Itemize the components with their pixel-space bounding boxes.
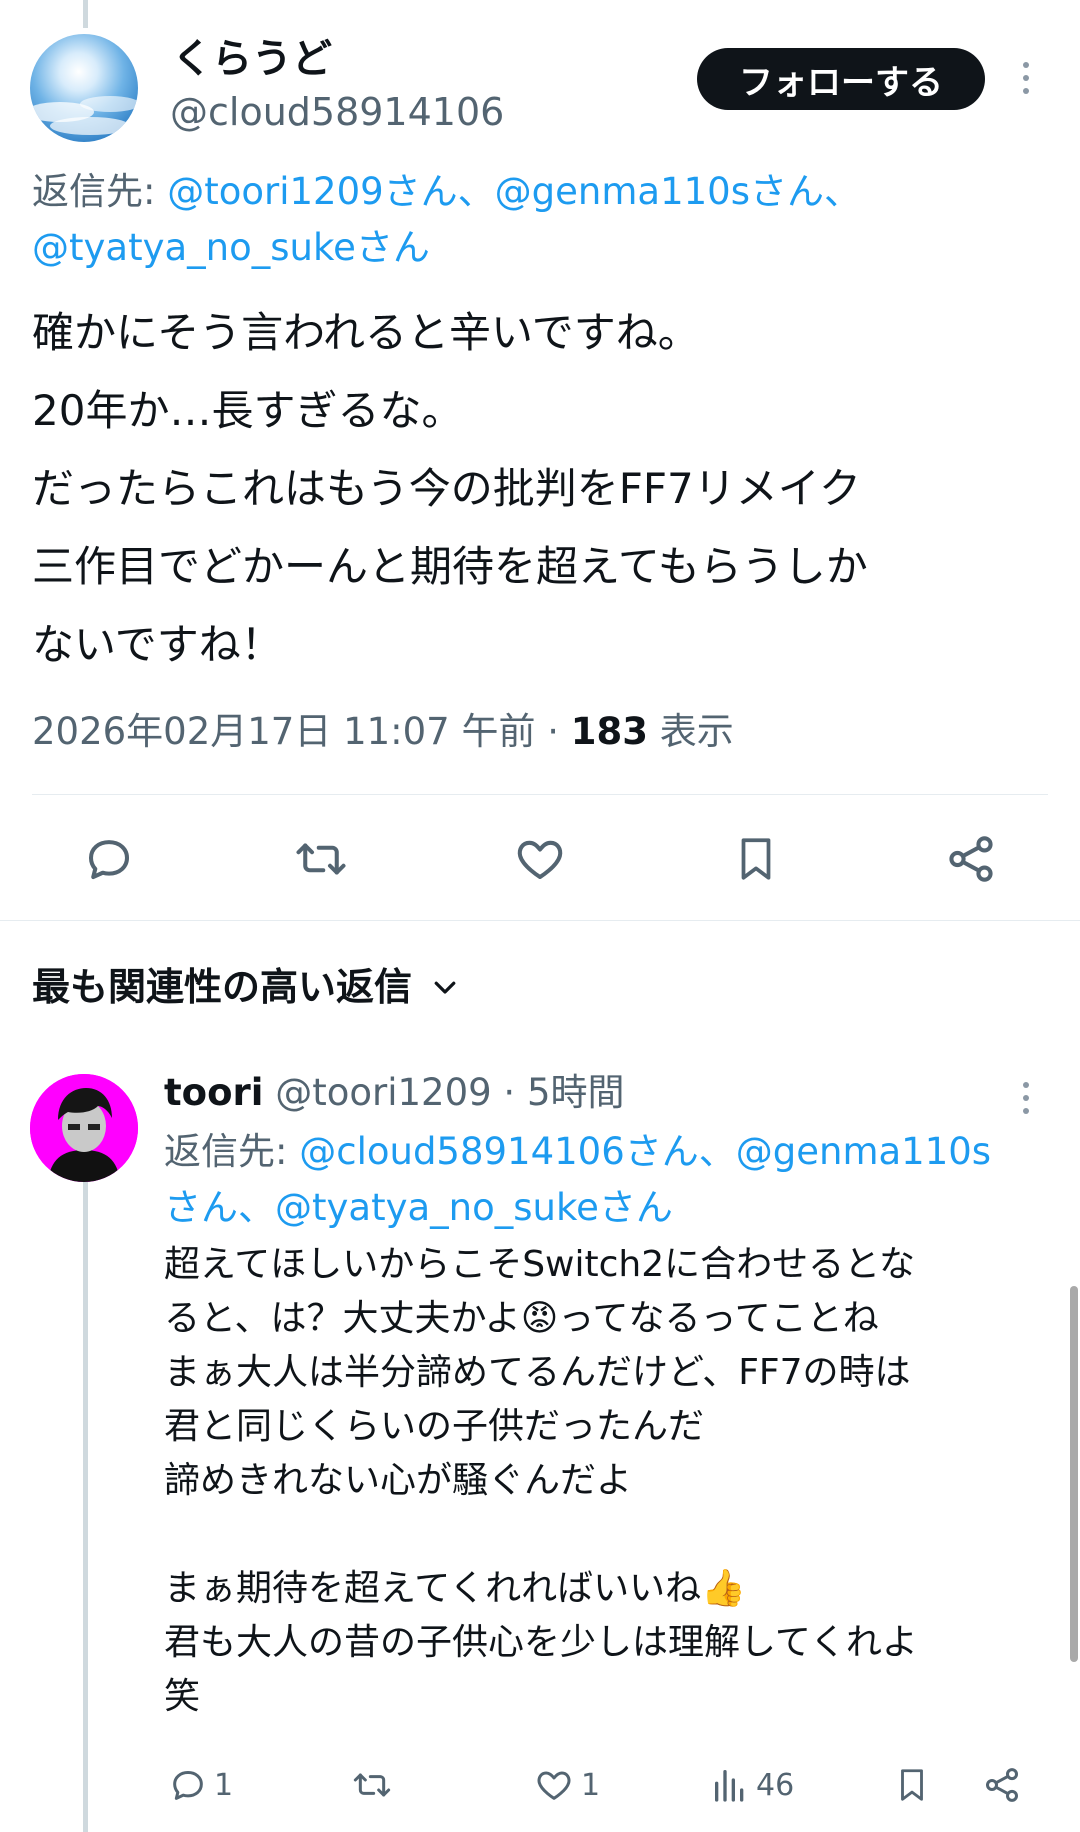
mention-link[interactable]: さん [164, 1186, 238, 1229]
thread-connector-top [83, 0, 88, 28]
reply-sort-selector[interactable]: 最も関連性の高い返信 [32, 962, 460, 1012]
mention-separator: 、 [824, 170, 861, 213]
section-divider [0, 920, 1080, 921]
mention-link[interactable]: @tyatya_no_sukeさん [275, 1186, 673, 1229]
reply-author-handle[interactable]: @toori1209 [275, 1071, 491, 1114]
more-icon[interactable] [1021, 1082, 1031, 1114]
like-count: 1 [581, 1767, 601, 1803]
view-count-label: 表示 [648, 710, 734, 753]
bookmark-icon[interactable] [893, 1760, 931, 1810]
reply-sort-label: 最も関連性の高い返信 [32, 965, 413, 1009]
heart-icon[interactable] [511, 830, 569, 888]
mention-separator: 、 [238, 1186, 275, 1229]
more-icon[interactable] [1021, 62, 1031, 94]
reply-to-line: 返信先: @cloud58914106さん、@genma110s さん、@tyat… [164, 1124, 1044, 1236]
mention-link[interactable]: @genma110sさん [495, 170, 824, 213]
avatar[interactable] [30, 1074, 138, 1182]
retweet-icon[interactable] [350, 1760, 394, 1810]
scrollbar[interactable] [1070, 1286, 1078, 1662]
reply-to-line: 返信先: @toori1209さん、@genma110sさん、 @tyatya_n… [32, 164, 1052, 276]
retweet-icon[interactable] [292, 830, 350, 888]
author-name[interactable]: くらうど [172, 34, 332, 84]
reply-time[interactable]: · 5時間 [492, 1071, 624, 1114]
view-count: 46 [756, 1767, 795, 1803]
mention-link[interactable]: @tyatya_no_sukeさん [32, 226, 430, 269]
reply-button[interactable]: 1 [168, 1760, 233, 1810]
tweet-timestamp[interactable]: 2026年02月17日 11:07 午前 [32, 710, 535, 753]
reply-icon[interactable] [80, 830, 138, 888]
view-count: 183 [570, 710, 649, 753]
heart-icon [533, 1765, 575, 1805]
author-handle[interactable]: @cloud58914106 [170, 88, 504, 136]
avatar[interactable] [30, 34, 138, 142]
follow-button[interactable]: フォローする [697, 48, 985, 110]
mention-link[interactable]: @toori1209さん [167, 170, 457, 213]
divider [32, 794, 1048, 795]
like-button[interactable]: 1 [533, 1760, 600, 1810]
reply-text: 超えてほしいからこそSwitch2に合わせるとな ると、は？大丈夫かよ😡ってなる… [164, 1244, 918, 1717]
reply-to-prefix: 返信先: [32, 170, 168, 213]
bookmark-icon[interactable] [727, 830, 785, 888]
reply-header: toori @toori1209 · 5時間 [164, 1068, 625, 1118]
mention-link[interactable]: @cloud58914106さん [299, 1130, 699, 1173]
reply-icon [168, 1765, 208, 1805]
reply-count: 1 [214, 1767, 234, 1803]
mention-separator: 、 [457, 170, 495, 213]
reply-author-name[interactable]: toori [164, 1071, 263, 1114]
share-icon[interactable] [942, 830, 1000, 888]
mention-separator: 、 [698, 1130, 736, 1173]
views-button[interactable]: 46 [710, 1760, 794, 1810]
tweet-text: 確かにそう言われると辛いですね。 20年か…長すぎるな。 だったらこれはもう今の… [32, 308, 868, 669]
share-icon[interactable] [982, 1760, 1022, 1810]
meta-dot: · [535, 710, 571, 753]
thread-connector [83, 1168, 88, 1832]
reply-to-prefix: 返信先: [164, 1130, 300, 1173]
tweet-meta: 2026年02月17日 11:07 午前 · 183 表示 [32, 708, 734, 756]
mention-link[interactable]: @genma110s [736, 1130, 991, 1173]
chevron-down-icon [430, 972, 460, 1002]
views-icon [710, 1765, 750, 1805]
